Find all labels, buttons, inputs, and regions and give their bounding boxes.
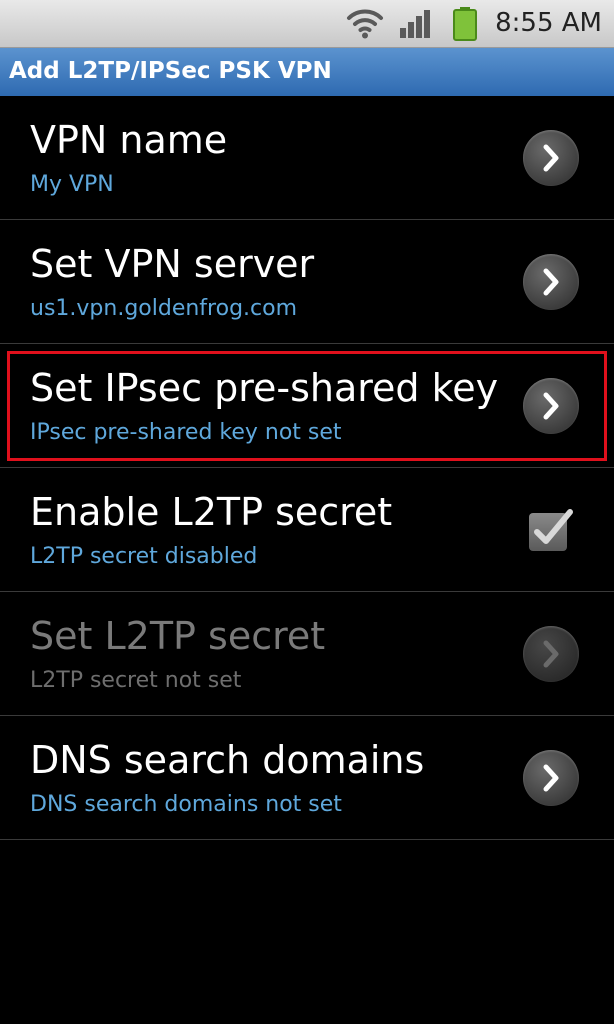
chevron-right-icon[interactable] bbox=[523, 254, 579, 310]
list-item-vpn-name[interactable]: VPN name My VPN bbox=[0, 96, 614, 220]
status-bar: 8:55 AM bbox=[0, 0, 614, 48]
item-title: VPN name bbox=[30, 118, 228, 162]
chevron-right-icon[interactable] bbox=[523, 750, 579, 806]
status-time: 8:55 AM bbox=[495, 8, 602, 38]
item-title: Set VPN server bbox=[30, 242, 315, 286]
page-title: Add L2TP/IPSec PSK VPN bbox=[9, 58, 332, 84]
item-subtitle: us1.vpn.goldenfrog.com bbox=[30, 296, 298, 321]
chevron-right-icon[interactable] bbox=[523, 378, 579, 434]
item-title: Set L2TP secret bbox=[30, 614, 326, 658]
item-title: Enable L2TP secret bbox=[30, 490, 393, 534]
item-title: DNS search domains bbox=[30, 738, 425, 782]
l2tp-secret-checkbox[interactable] bbox=[526, 506, 574, 554]
list-item-enable-l2tp-secret[interactable]: Enable L2TP secret L2TP secret disabled bbox=[0, 468, 614, 592]
wifi-icon bbox=[346, 6, 384, 44]
list-item-l2tp-secret: Set L2TP secret L2TP secret not set bbox=[0, 592, 614, 716]
battery-icon bbox=[452, 6, 478, 46]
list-item-ipsec-key[interactable]: Set IPsec pre-shared key IPsec pre-share… bbox=[0, 344, 614, 468]
chevron-right-icon bbox=[523, 626, 579, 682]
settings-list: VPN name My VPN Set VPN server us1.vpn.g… bbox=[0, 96, 614, 840]
title-bar: Add L2TP/IPSec PSK VPN bbox=[0, 48, 614, 96]
item-subtitle: DNS search domains not set bbox=[30, 792, 342, 817]
item-title: Set IPsec pre-shared key bbox=[30, 366, 499, 410]
list-item-dns-search-domains[interactable]: DNS search domains DNS search domains no… bbox=[0, 716, 614, 840]
chevron-right-icon[interactable] bbox=[523, 130, 579, 186]
item-subtitle: IPsec pre-shared key not set bbox=[30, 420, 342, 445]
list-item-vpn-server[interactable]: Set VPN server us1.vpn.goldenfrog.com bbox=[0, 220, 614, 344]
signal-icon bbox=[398, 6, 434, 44]
item-subtitle: My VPN bbox=[30, 172, 114, 197]
item-subtitle: L2TP secret not set bbox=[30, 668, 242, 693]
item-subtitle: L2TP secret disabled bbox=[30, 544, 258, 569]
